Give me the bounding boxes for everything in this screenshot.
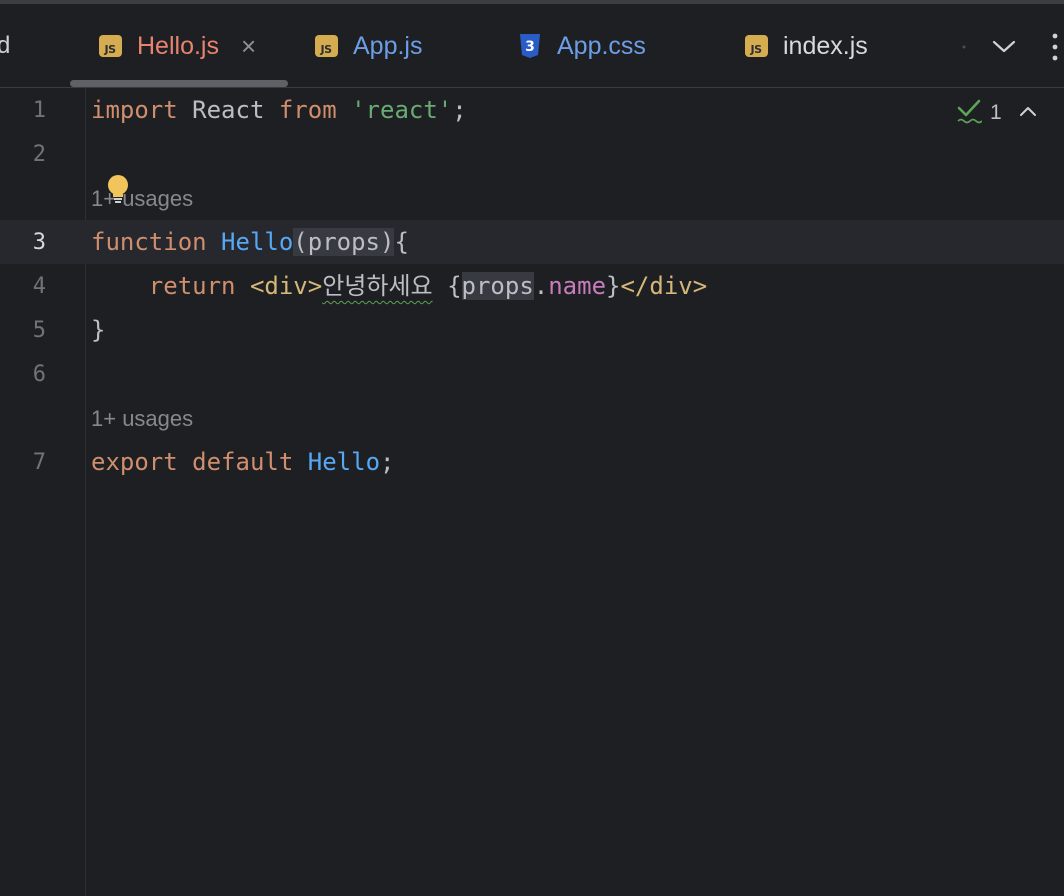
truncated-tab-label[interactable]: d [0,32,10,60]
svg-text:3: 3 [525,39,535,55]
tab-index-js[interactable]: JS index.js [744,26,868,66]
tab-label: App.js [353,31,423,60]
gutter-divider [85,88,86,896]
line-number: 5 [32,318,46,343]
parameter-list: (props) [293,228,395,256]
css-file-icon: 3 [518,34,542,58]
tab-label: App.css [557,31,646,60]
active-tab-indicator [70,80,288,87]
inspection-widget[interactable]: 1 [956,98,1038,128]
tab-label: Hello.js [137,31,219,60]
js-file-icon: JS [98,35,122,57]
editor-tab-bar: d JS Hello.js × JS App.js 3 App.css JS i… [0,4,1064,88]
close-icon[interactable]: × [241,33,256,59]
line-number: 4 [32,274,46,299]
line-number-current: 3 [32,230,46,255]
check-icon [956,97,983,130]
js-file-icon: JS [314,35,338,57]
line-number: 7 [32,450,46,475]
inspection-count: 1 [990,101,1002,124]
line-number: 2 [32,142,46,167]
chevron-down-icon[interactable] [990,30,1018,64]
code-line-4[interactable]: return <div>안녕하세요 {props.name}</div> [91,264,707,308]
code-editor[interactable]: 1 2 3 4 5 6 7 import React from 'react';… [0,88,1064,896]
more-vertical-icon[interactable] [1048,30,1062,64]
typo-squiggle-text[interactable]: 안녕하세요 [322,272,432,300]
separator-dot [960,30,968,64]
tab-app-css[interactable]: 3 App.css [518,26,646,66]
tab-label: index.js [783,31,868,60]
js-file-icon: JS [744,35,768,57]
code-line-5[interactable]: } [91,308,105,352]
usages-hint[interactable]: 1+ usages [91,406,193,432]
chevron-up-icon[interactable] [1018,104,1038,123]
code-line-7[interactable]: export default Hello; [91,440,394,484]
line-number: 6 [32,362,46,387]
code-line-3[interactable]: function Hello(props){ [91,220,409,264]
lightbulb-icon[interactable] [106,174,130,209]
code-line-1[interactable]: import React from 'react'; [91,88,467,132]
tab-hello-js[interactable]: JS Hello.js × [98,26,256,66]
line-number: 1 [32,98,46,123]
tab-app-js[interactable]: JS App.js [314,26,422,66]
